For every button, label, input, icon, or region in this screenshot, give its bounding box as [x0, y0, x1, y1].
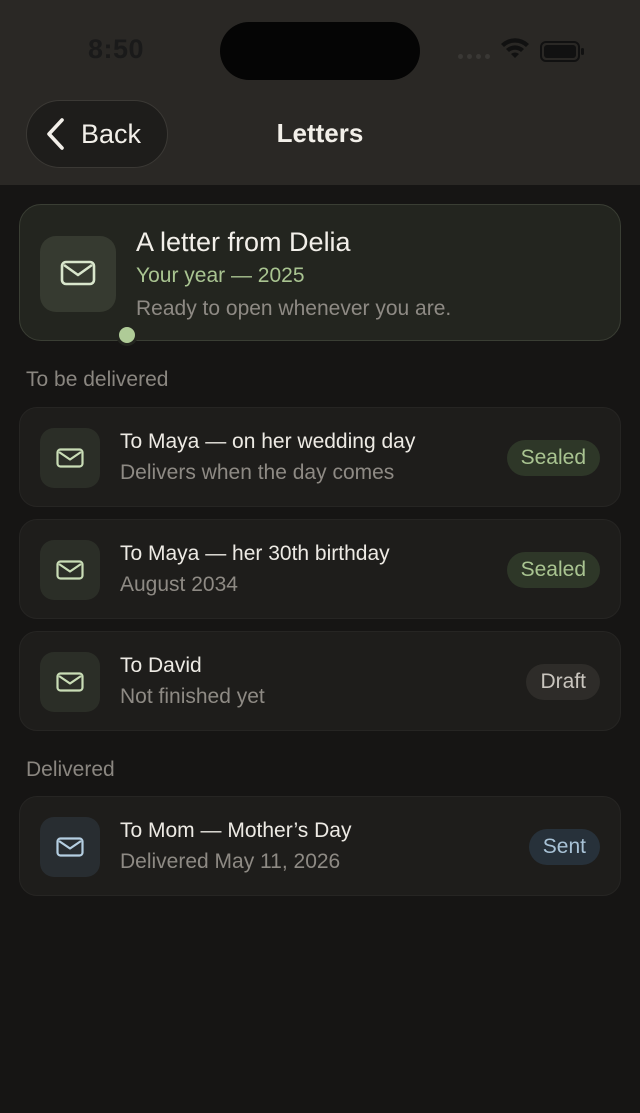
battery-icon — [540, 41, 584, 62]
envelope-icon — [56, 837, 84, 857]
letter-icon-box — [40, 652, 100, 712]
page-title: Letters — [276, 118, 364, 148]
letter-icon-box — [40, 540, 100, 600]
letter-row[interactable]: To Maya — on her wedding day Delivers wh… — [19, 407, 621, 507]
cellular-signal-icon — [458, 54, 490, 59]
letter-subtitle: August 2034 — [120, 573, 238, 596]
letter-title: To David — [120, 654, 202, 677]
envelope-icon — [56, 672, 84, 692]
letter-title: To Maya — on her wedding day — [120, 430, 416, 453]
section-header-delivered: Delivered — [26, 758, 115, 781]
envelope-icon — [60, 260, 96, 286]
section-header-to-be-delivered: To be delivered — [26, 368, 169, 391]
navigation-bar: 8:50 Back Letters — [0, 0, 640, 185]
featured-letter-card[interactable]: A letter from Delia Your year — 2025 Rea… — [19, 204, 621, 346]
unread-indicator — [116, 324, 138, 346]
status-badge: Sealed — [506, 440, 600, 476]
wifi-icon — [501, 38, 529, 58]
featured-letter-subtitle: Your year — 2025 — [136, 264, 305, 287]
letter-title: To Mom — Mother’s Day — [120, 819, 352, 842]
letter-subtitle: Delivers when the day comes — [120, 461, 395, 484]
featured-letter-title: A letter from Delia — [136, 227, 351, 257]
letter-title: To Maya — her 30th birthday — [120, 542, 390, 565]
letter-subtitle: Not finished yet — [120, 685, 265, 708]
featured-letter-icon-box — [40, 236, 138, 346]
letter-row[interactable]: To Maya — her 30th birthday August 2034 … — [19, 519, 621, 619]
letter-row[interactable]: To Mom — Mother’s Day Delivered May 11, … — [19, 796, 621, 896]
envelope-icon — [56, 448, 84, 468]
status-badge: Sealed — [506, 552, 600, 588]
status-time: 8:50 — [88, 34, 145, 64]
letter-icon-box — [40, 817, 100, 877]
featured-letter-description: Ready to open whenever you are. — [136, 297, 452, 320]
letter-subtitle: Delivered May 11, 2026 — [120, 850, 341, 873]
letter-icon-box — [40, 428, 100, 488]
letter-row[interactable]: To David Not finished yet Draft — [19, 631, 621, 731]
envelope-icon — [56, 560, 84, 580]
dynamic-island — [220, 22, 420, 80]
status-badge: Sent — [528, 829, 600, 865]
status-badge: Draft — [526, 664, 600, 700]
